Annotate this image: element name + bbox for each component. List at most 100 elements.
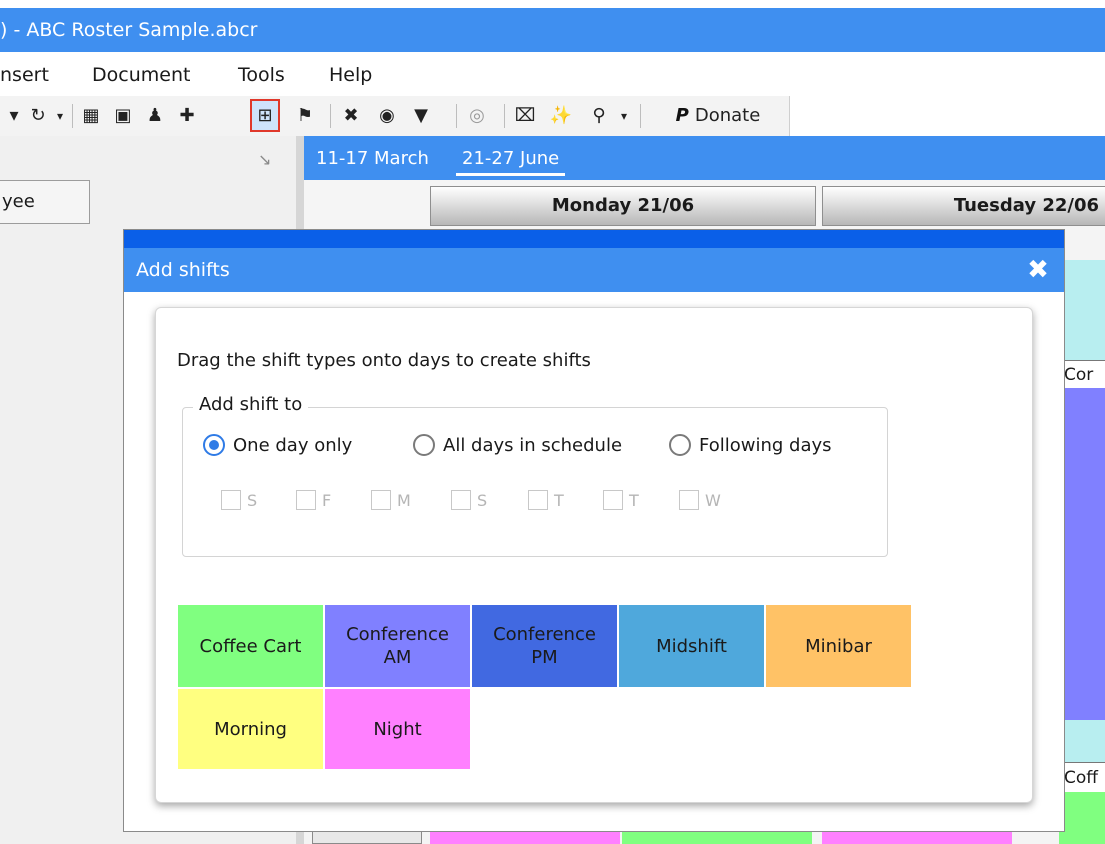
menu-bar: nsert Document Tools Help — [0, 52, 1105, 96]
shift-cell[interactable] — [822, 830, 1012, 844]
search-icon[interactable]: ⚲ — [584, 99, 614, 132]
shift-type-label: Midshift — [656, 635, 727, 657]
paypal-icon: P — [675, 105, 689, 126]
menu-tools[interactable]: Tools — [238, 64, 285, 86]
shift-cell-label[interactable]: Cor — [1059, 360, 1105, 388]
employee-button-label: yee — [2, 191, 35, 212]
checkbox-icon — [371, 490, 391, 510]
tab-week-march[interactable]: 11-17 March — [310, 148, 435, 173]
day-checkbox-t[interactable]: T — [528, 490, 564, 510]
shift-cell[interactable] — [1059, 792, 1105, 844]
checkbox-icon — [451, 490, 471, 510]
menu-help[interactable]: Help — [329, 64, 372, 86]
fit-icon[interactable]: ✖ — [336, 99, 366, 132]
shift-cell-text: Cor — [1064, 365, 1094, 385]
filter-icon[interactable]: ▼ — [406, 99, 436, 132]
shift-type-conference-pm[interactable]: Conference PM — [472, 605, 617, 687]
calendar-add-icon[interactable]: ▣ — [108, 99, 138, 132]
shift-type-label: Conference AM — [346, 624, 449, 668]
radio-label: All days in schedule — [443, 434, 623, 456]
day-checkbox-t2[interactable]: T — [603, 490, 639, 510]
shift-cell[interactable] — [622, 830, 812, 844]
search-dropdown-icon[interactable]: ▾ — [616, 99, 632, 132]
shift-type-coffee-cart[interactable]: Coffee Cart — [178, 605, 323, 687]
shift-type-morning[interactable]: Morning — [178, 689, 323, 769]
shift-type-label: Coffee Cart — [199, 635, 302, 657]
day-checkbox-label: S — [247, 490, 258, 510]
shift-type-label: Minibar — [805, 635, 872, 657]
redo-icon[interactable]: ↻ — [26, 99, 50, 132]
radio-unselected-icon — [413, 434, 435, 456]
day-header-tuesday[interactable]: Tuesday 22/06 — [822, 186, 1105, 226]
radio-all-days[interactable]: All days in schedule — [413, 434, 622, 456]
shift-type-night[interactable]: Night — [325, 689, 470, 769]
undo-dropdown-icon[interactable]: ▾ — [6, 99, 22, 132]
dialog-title: Add shifts — [136, 259, 230, 281]
eye-icon[interactable]: ◉ — [372, 99, 402, 132]
day-checkbox-f[interactable]: F — [296, 490, 331, 510]
magic-wand-icon[interactable]: ✨ — [546, 99, 576, 132]
add-shifts-dialog: Add shifts ✖ Drag the shift types onto d… — [123, 229, 1065, 832]
day-checkbox-label: T — [554, 490, 564, 510]
dialog-header: Add shifts ✖ — [124, 248, 1064, 292]
day-checkbox-label: S — [477, 490, 488, 510]
add-shift-to-label: Add shift to — [193, 394, 309, 415]
close-icon[interactable]: ✖ — [1026, 257, 1050, 283]
checkbox-icon — [221, 490, 241, 510]
day-checkbox-s2[interactable]: S — [451, 490, 487, 510]
dialog-top-band — [124, 230, 1064, 248]
toolbar-separator — [330, 104, 331, 128]
menu-insert[interactable]: nsert — [0, 64, 49, 86]
day-checkbox-label: F — [322, 490, 332, 510]
circle-arrow-icon[interactable]: ◎ — [462, 99, 492, 132]
shift-cell-text: Coff — [1064, 768, 1098, 788]
menu-document[interactable]: Document — [92, 64, 190, 86]
shift-type-minibar[interactable]: Minibar — [766, 605, 911, 687]
shift-type-conference-am[interactable]: Conference AM — [325, 605, 470, 687]
shift-cell[interactable] — [1059, 260, 1105, 360]
shift-cell[interactable] — [1059, 720, 1105, 762]
radio-one-day-only[interactable]: One day only — [203, 434, 352, 456]
radio-following-days[interactable]: Following days — [669, 434, 832, 456]
toolbar-separator — [456, 104, 457, 128]
shift-cell[interactable] — [1059, 388, 1105, 720]
redo-dropdown-icon[interactable]: ▾ — [52, 99, 68, 132]
toolbar: ▾ ↻ ▾ ▦ ▣ ♟ ✚ ⊞ ⚑ ✖ ◉ ▼ ◎ ⌧ ✨ ⚲ ▾ P Dona… — [0, 96, 790, 136]
day-checkbox-label: T — [629, 490, 639, 510]
week-tab-strip: 11-17 March 21-27 June — [304, 136, 1105, 180]
checkbox-icon — [603, 490, 623, 510]
checkbox-icon — [679, 490, 699, 510]
day-checkbox-m[interactable]: M — [371, 490, 411, 510]
bell-icon[interactable]: ⚑ — [292, 99, 318, 132]
radio-label: Following days — [699, 434, 832, 456]
day-header-label: Tuesday 22/06 — [953, 195, 1099, 216]
add-shift-to-group: Add shift to One day only All days in sc… — [182, 394, 888, 557]
day-checkbox-w[interactable]: W — [679, 490, 721, 510]
donate-button[interactable]: P Donate — [648, 99, 788, 132]
shift-cell-label[interactable]: Coff — [1059, 762, 1105, 792]
employee-button[interactable]: yee — [0, 180, 90, 224]
shift-type-label: Conference PM — [493, 624, 596, 668]
radio-unselected-icon — [669, 434, 691, 456]
shift-cell[interactable] — [430, 830, 620, 844]
add-icon[interactable]: ✚ — [172, 99, 202, 132]
shift-type-label: Night — [373, 718, 422, 740]
radio-selected-icon — [203, 434, 225, 456]
instruction-text: Drag the shift types onto days to create… — [177, 350, 591, 371]
toolbar-separator — [504, 104, 505, 128]
checkbox-icon — [528, 490, 548, 510]
day-checkbox-label: M — [397, 490, 411, 510]
shift-type-label: Morning — [214, 718, 287, 740]
excel-export-icon[interactable]: ⌧ — [510, 99, 540, 132]
grid-cell[interactable] — [312, 830, 422, 844]
collapse-icon[interactable]: ↘ — [258, 150, 282, 174]
tab-week-june[interactable]: 21-27 June — [456, 148, 566, 176]
add-shifts-icon[interactable]: ⊞ — [250, 99, 280, 132]
day-header-label: Monday 21/06 — [551, 195, 695, 216]
day-header-monday[interactable]: Monday 21/06 — [430, 186, 816, 226]
calendar-icon[interactable]: ▦ — [76, 99, 106, 132]
shift-type-midshift[interactable]: Midshift — [619, 605, 764, 687]
day-checkbox-s[interactable]: S — [221, 490, 257, 510]
add-employee-icon[interactable]: ♟ — [140, 99, 170, 132]
radio-label: One day only — [233, 434, 353, 456]
